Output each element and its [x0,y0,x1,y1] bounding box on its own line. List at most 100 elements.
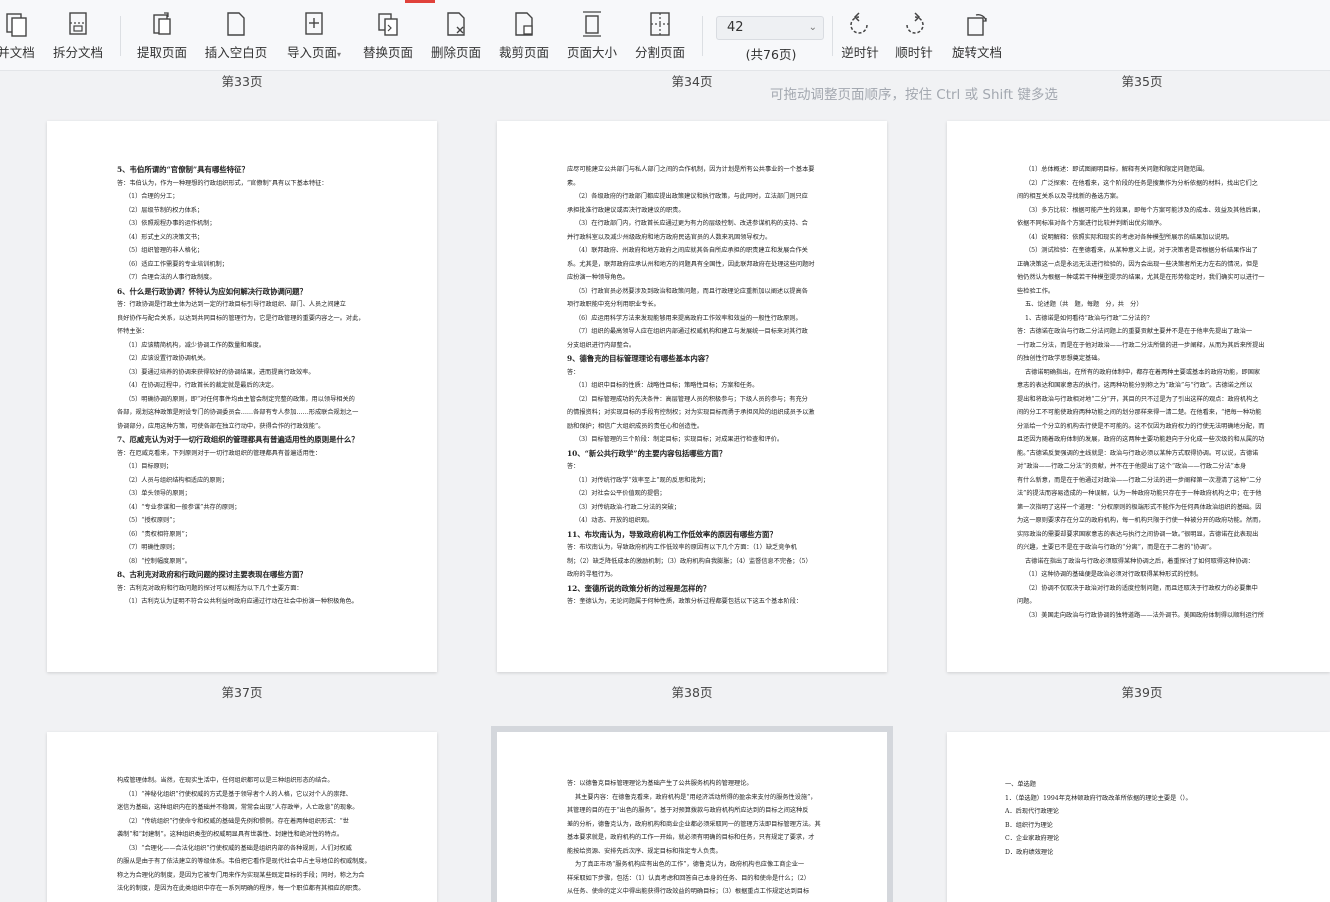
text-line: 古德诺在指出了政治与行政必须取得某种协调之后，着重探讨了如何取得这种协调： [1025,557,1254,565]
text-line: 基本要求就是，政府机构的工作一开始，就必须有明确的目标和任务，只有规定了要求，才 [567,834,815,841]
text-line: 答：行政协调是行政主体为达到一定的行政目标引导行政组织、部门、人员之间建立 [117,301,346,308]
text-line: 答：以德鲁克目标管理理论为基础产生了公共服务机构的管理理论。 [567,780,753,787]
text-line: （3）“合理化——合法化组织”行使权威的基础是组织内部的各种规则，人们对权威 [125,844,352,852]
delete-page-icon [447,12,465,36]
import-page-button[interactable]: 导入页面▾ [284,10,344,66]
page-number-input[interactable]: 42 ⌄ [716,16,824,40]
page-thumbnail-35[interactable]: （1）总体概述：即试图阐明目标，解释有关问题和限定问题范围。 （2）广泛探索：在他… [947,121,1330,672]
rotate-doc-button[interactable]: 旋转文档 [950,10,1004,66]
text-line: （4）说明解释：依照实际和现实的考虑对各种模型所展示的结果加以说明。 [1025,233,1234,241]
rotate-ccw-icon [850,12,868,34]
page-count: (共76页) [745,47,797,62]
text-line: 为了真正市场“服务机构应有出色的工作”，德鲁克认为，政府机构也应像工商企业一 [575,861,805,868]
text-line: 7、厄威克认为对于一切行政组织的管理都具有普遍适用性的原则是什么？ [117,435,359,444]
page-label-35: 第35页 [1121,74,1163,89]
import-page-text: 导入页面 [286,45,337,60]
text-line: 8、古利克对政府和行政问题的探讨主要表现在哪些方面？ [117,570,307,579]
split-doc-label: 拆分文档 [52,45,103,60]
text-line: （6）“责权相符原则”； [125,530,191,538]
text-line: 项行政职能中充分利用职业专长。 [567,301,660,308]
text-line: 问题。 [1017,598,1036,605]
extract-page-button[interactable]: 提取页面 [136,10,188,66]
text-line: 五、论述题（共 题，每题 分，共 分） [1025,301,1143,308]
text-line: （3）对传统政治-行政二分法的突破； [575,503,681,511]
page-thumbnail-34[interactable]: 应尽可能建立公共部门与私人部门之间的合作机制，因为计划是所有公共事业的一个基本要… [497,121,887,672]
text-line: （1）这种协调的基础便是政治必须对行政取得某种形式的控制。 [1025,571,1203,578]
page-thumbnail-39[interactable]: 一、单选题 1．（单选题）1994年克林顿政府行政改革所依据的理论主要是（）。 A．… [947,732,1330,902]
text-line: 系。尤其是，联邦政府应承认州和地方的问题具有全国性，因此联邦政府在处理这些问题时 [567,260,815,268]
replace-page-button[interactable]: 替换页面 [360,10,416,66]
text-line: 的服从是由于有了依法建立的等级体系。韦伯把它看作是现代社会中占主导地位的权威制度… [117,858,371,865]
text-line: （1）合理的分工； [125,193,179,200]
text-line: C．企业家政府理论 [1005,835,1060,842]
text-line: 其主要内容：在德鲁克看来，政府机构是“用经济活动所得的盈余来支付的服务性设施”， [575,793,817,801]
crop-page-icon [515,12,533,36]
split-doc-button[interactable]: 拆分文档 [50,10,106,66]
import-page-label: 导入页面▾ [284,42,344,61]
text-line: A．后现代行政理论 [1005,808,1059,815]
text-line: （2）协调不仅取决于政治对行政的适度控制问题，而且还取决于行政权力的必要集中 [1025,584,1258,592]
text-line: D．政府绩效理论 [1005,848,1054,856]
text-line: 6、什么是行政协调？怀特认为应如何解决行政协调问题？ [117,286,307,296]
page-label-38: 第38页 [671,685,713,700]
text-line: 袭制”和“封建制”。这种组织类型的权威明显具有世袭性、封建性和绝对性的特点。 [117,831,344,838]
crop-page-button[interactable]: 裁剪页面 [496,10,552,66]
page-content: 答：以德鲁克目标管理理论为基础产生了公共服务机构的管理理论。其主要内容：在德鲁克… [567,777,829,899]
text-line: 迷信为基础，这种组织内在的基础并不稳固，常常会出现“人存政举，人亡政息”的现象。 [117,804,359,811]
page-size-button[interactable]: 页面大小 [564,10,620,66]
text-line: （5）测试检验：在奎德看来，从某种意义上说，对于决策者是否根据分析结果作出了 [1025,247,1258,254]
text-line: 实际政治的需要却要求国家意志的表达与执行之间协调一致。”很明显，古德诺在此表现出 [1017,530,1259,538]
text-line: （3）单头领导的原则； [125,490,191,497]
text-line: 的独创性行政学思想奠定基础。 [1017,355,1104,362]
merge-doc-button[interactable]: 并文档 [0,10,38,66]
page-thumbnail-37[interactable]: 构成管理体制。当然，在现实生活中，任何组织都可以是三种组织形态的结合。 （1）“神… [47,732,437,902]
text-line: B．组织行为理论 [1005,821,1053,829]
chevron-down-icon[interactable]: ⌄ [809,17,817,39]
divide-page-label: 分割页面 [634,45,685,60]
divide-page-button[interactable]: 分割页面 [632,10,688,66]
page-label-39: 第39页 [1121,685,1163,700]
rotate-ccw-button[interactable]: 逆时针 [838,10,882,66]
page-thumbnail-38-selected[interactable]: 答：以德鲁克目标管理理论为基础产生了公共服务机构的管理理论。其主要内容：在德鲁克… [491,726,893,902]
text-line: （1）应该精简机构，减少协调工作的数量和难度。 [125,341,266,349]
text-line: （4）在协调过程中，行政首长的裁定就是最后的决定。 [125,382,278,389]
insert-blank-page-button[interactable]: 插入空白页 [204,10,268,66]
text-line: （3）要通过培养的协调来获得较好的协调结果，进而提高行政效率。 [125,368,315,376]
text-line: （3）依照规程办事的运作机制； [125,220,216,227]
text-line: 差的分析，德鲁克认为，政府机构和商业企业都必须采取同一的管理方法即目标管理方法。… [567,820,821,828]
drag-hint: 可拖动调整页面顺序，按住 Ctrl 或 Shift 键多选 [770,87,1058,103]
text-line: 正确决策这一点是永远无法进行检验的，因为会出现一些决策者所无力左右的情况，但是 [1017,260,1259,268]
text-line: 他仍然认为根据一种或若干种模型提示的结果，尤其是在形势稳定时，我们确实可以进行一 [1017,274,1265,281]
toolbar-divider [702,16,703,56]
text-line: 1、古德诺是如何看待“政治与行政”二分法的？ [1025,314,1153,322]
text-line: 并行政科室以及减少州级政府和地方政府民选官员的人数来巩固领导权力。 [567,233,772,241]
toolbar-divider [120,16,121,56]
text-line: 能。”古德诺反复强调的主线就是：政治与行政必须以某种方式取得协调。可以说，古德诺 [1017,449,1259,457]
page-thumbnail-33[interactable]: 5、韦伯所谓的“官僚制”具有哪些特征？ 答：韦伯认为，作为一种理想的行政组织形式，… [47,121,437,672]
text-line: 依据不同标准对各个方案进行比较并判断出优劣顺序。 [1017,220,1166,227]
text-line: 答：古利克对政府和行政问题的探讨可以概括为以下几个主要方面： [117,584,303,592]
delete-page-button[interactable]: 删除页面 [428,10,484,66]
page-label-34: 第34页 [671,74,713,89]
page-number-value: 42 [727,20,744,35]
text-line: 些检验工作。 [1017,287,1055,295]
text-line: （4）联邦政府、州政府和地方政府之间应就其各自所应承担的职责建立和发展合作关 [575,247,808,254]
text-line: 第一次指明了这样一个道理：“分权原则的极端形式不能作为任何具体政治组织的基础。因 [1017,503,1262,511]
text-line: （2）层级节制的权力体系； [125,206,204,214]
text-line: 11、布坎南认为，导致政府机构工作低效率的原因有哪些方面？ [567,529,777,539]
text-line: （1）总体概述：即试图阐明目标，解释有关问题和限定问题范围。 [1025,166,1209,173]
text-line: 的情报资料；对实现目标的手段有控制权；对为实现目标而勇于承担风险的组织成员予以激 [567,409,815,416]
text-line: 答：奎德认为，无论问题属于何种性质，政策分析过程都要包括以下这五个基本阶段： [567,598,803,605]
rotate-cw-button[interactable]: 顺时针 [892,10,936,66]
import-dropdown-caret[interactable]: ▾ [337,50,341,59]
text-line: （1）目标原则； [125,463,173,470]
extract-page-label: 提取页面 [136,45,187,60]
text-line: 各部，规划这种政策是附设专门的协调委员会……各部有专人参加……形成联合规划之一 [117,409,359,416]
text-line: 怀特主张： [117,328,148,335]
insert-blank-page-label: 插入空白页 [204,45,268,60]
text-line: 能按给资源、安排先后次序、规定目标和指定专人负责。 [567,847,722,855]
replace-page-label: 替换页面 [362,45,413,60]
text-line: （5）组织管理的非人格化； [125,247,204,254]
text-line: （7）明确性原则； [125,544,179,551]
toolbar: 并文档 拆分文档 提取页面 插入空白页 导入页面▾ 替换页面 删除页面 裁剪页面… [0,0,1330,71]
